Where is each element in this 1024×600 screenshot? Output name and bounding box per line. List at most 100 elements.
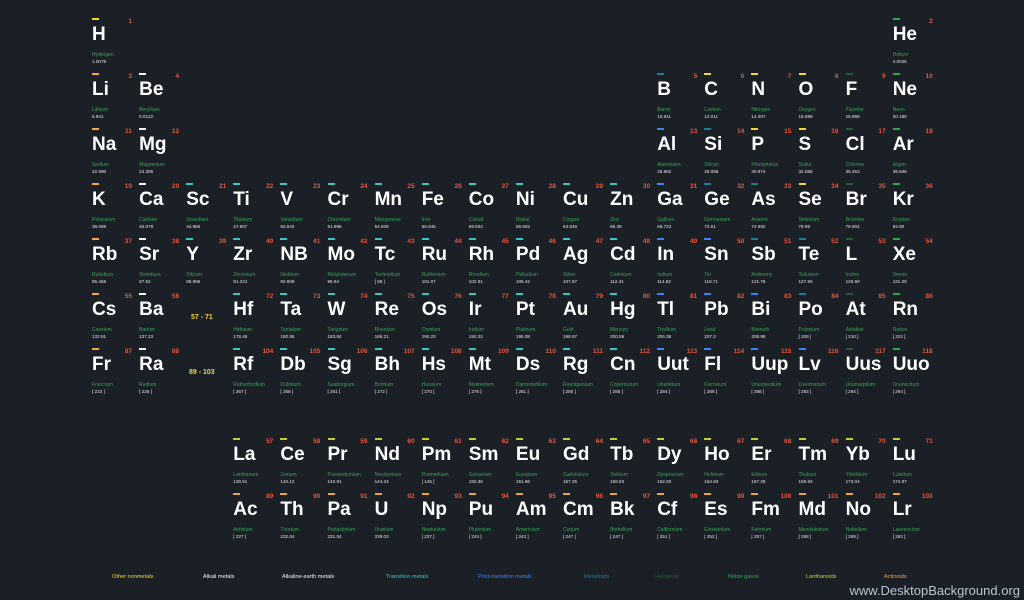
atomic-number: 59 (360, 438, 368, 445)
category-marker (374, 493, 382, 495)
atomic-number: 60 (407, 438, 415, 445)
atomic-number: 77 (501, 293, 509, 300)
atomic-mass: 121.76 (751, 279, 766, 284)
element-rg: 111 Rg Roentgenium[ 280 ] (563, 348, 603, 400)
category-marker (468, 293, 476, 295)
element-name: Actinium (233, 527, 253, 533)
element-symbol: B (657, 79, 671, 100)
atomic-number: 85 (878, 293, 886, 300)
category-marker (657, 493, 665, 495)
element-name: Platinum (515, 327, 536, 333)
element-symbol: Bk (610, 499, 635, 520)
atomic-mass: 126.90 (845, 279, 860, 284)
atomic-mass: 231.04 (327, 534, 342, 539)
atomic-mass: [ 267 ] (233, 389, 247, 394)
element-name: Gadolinium (563, 472, 589, 478)
element-name: Gallium (657, 217, 675, 223)
atomic-mass: 195.08 (515, 334, 530, 339)
atomic-number: 110 (545, 348, 556, 355)
element-symbol: Ho (704, 444, 730, 465)
element-symbol: C (704, 79, 719, 100)
atomic-mass: 131.29 (892, 279, 907, 284)
atomic-number: 46 (548, 238, 556, 245)
element-fl: 114 Fl Flerovium[ 289 ] (704, 348, 744, 400)
atomic-number: 6 (740, 73, 745, 80)
element-symbol: Re (374, 299, 399, 320)
atomic-mass: 85.468 (92, 279, 107, 284)
element-ca: 20 Ca Calcium 40.078 (139, 183, 179, 235)
element-name: Osmium (421, 327, 441, 333)
element-symbol: F (845, 79, 858, 100)
element-name: Fermium (751, 527, 772, 533)
atomic-number: 51 (784, 238, 792, 245)
atomic-mass: 238.03 (374, 534, 389, 539)
category-marker (610, 348, 618, 350)
element-symbol: Ru (421, 244, 448, 265)
element-ac: 89 Ac Actinium[ 227 ] (233, 493, 273, 545)
element-name: Bohrium (374, 382, 394, 388)
category-marker (845, 493, 853, 495)
atomic-mass: [ 209 ] (798, 334, 812, 339)
category-marker (798, 438, 806, 440)
element-lu: 71 Lu Lutetium 174.97 (892, 438, 933, 490)
atomic-mass: 200.59 (610, 334, 625, 339)
category-marker (233, 183, 241, 185)
element-er: 68 Er Erbium 167.26 (751, 438, 791, 490)
atomic-number: 44 (454, 238, 462, 245)
element-symbol: S (798, 134, 812, 155)
category-marker (610, 493, 618, 495)
atomic-mass: [ 262 ] (892, 534, 906, 539)
element-name: Phosphorus (751, 162, 779, 168)
element-name: Nobelium (845, 527, 867, 533)
element-hf: 72 Hf Hafnium 178.49 (233, 293, 273, 345)
category-marker (751, 238, 759, 240)
element-ne: 10 Ne Neon 20.180 (892, 73, 933, 125)
atomic-mass: 173.04 (845, 479, 860, 484)
atomic-number: 31 (689, 183, 698, 190)
element-name: Radon (892, 327, 908, 333)
category-marker (845, 293, 853, 295)
legend-item: Transition metals (386, 574, 429, 580)
atomic-mass: [ 243 ] (515, 534, 529, 539)
atomic-mass: 151.96 (515, 479, 530, 484)
element-sr: 38 Sr Strontium 87.62 (139, 238, 179, 290)
category-marker (515, 438, 523, 440)
atomic-mass: 150.36 (468, 479, 483, 484)
atomic-number: 89 (266, 493, 274, 500)
atomic-number: 69 (831, 438, 839, 445)
atomic-mass: 40.078 (139, 224, 154, 229)
element-symbol: Sr (139, 244, 160, 265)
category-marker (280, 183, 288, 185)
element-name: Neptunium (421, 527, 446, 533)
element-name: Hydrogen (92, 52, 114, 58)
element-symbol: Ta (280, 299, 302, 320)
category-marker (515, 293, 523, 295)
atomic-number: 100 (780, 493, 792, 500)
atomic-mass: 20.180 (892, 114, 907, 119)
element-cm: 96 Cm Curium[ 247 ] (563, 493, 603, 545)
category-marker (563, 293, 570, 295)
atomic-number: 114 (733, 348, 745, 355)
element-symbol: Sc (186, 189, 210, 210)
element-symbol: Mg (139, 134, 167, 155)
atomic-mass: 65.39 (610, 224, 622, 229)
element-f: 9 F Fluorine 18.998 (845, 73, 886, 125)
category-marker (657, 348, 665, 350)
category-marker (92, 73, 99, 75)
element-symbol: Po (798, 299, 823, 320)
element-name: Mercury (610, 327, 629, 333)
element-symbol: Rh (468, 244, 495, 265)
category-marker (327, 438, 335, 440)
category-marker (421, 238, 429, 240)
element-name: Tantalum (280, 327, 301, 333)
element-symbol: Fm (751, 499, 780, 520)
element-symbol: Pm (421, 444, 452, 465)
element-name: Lutetium (892, 472, 912, 478)
category-marker (139, 348, 147, 350)
element-p: 15 P Phosphorus 30.974 (751, 128, 791, 180)
atomic-mass: 47.867 (233, 224, 248, 229)
element-tm: 69 Tm Thulium 168.93 (798, 438, 839, 490)
element-symbol: Os (421, 299, 448, 320)
atomic-number: 65 (642, 438, 651, 445)
atomic-mass: 186.21 (374, 334, 389, 339)
